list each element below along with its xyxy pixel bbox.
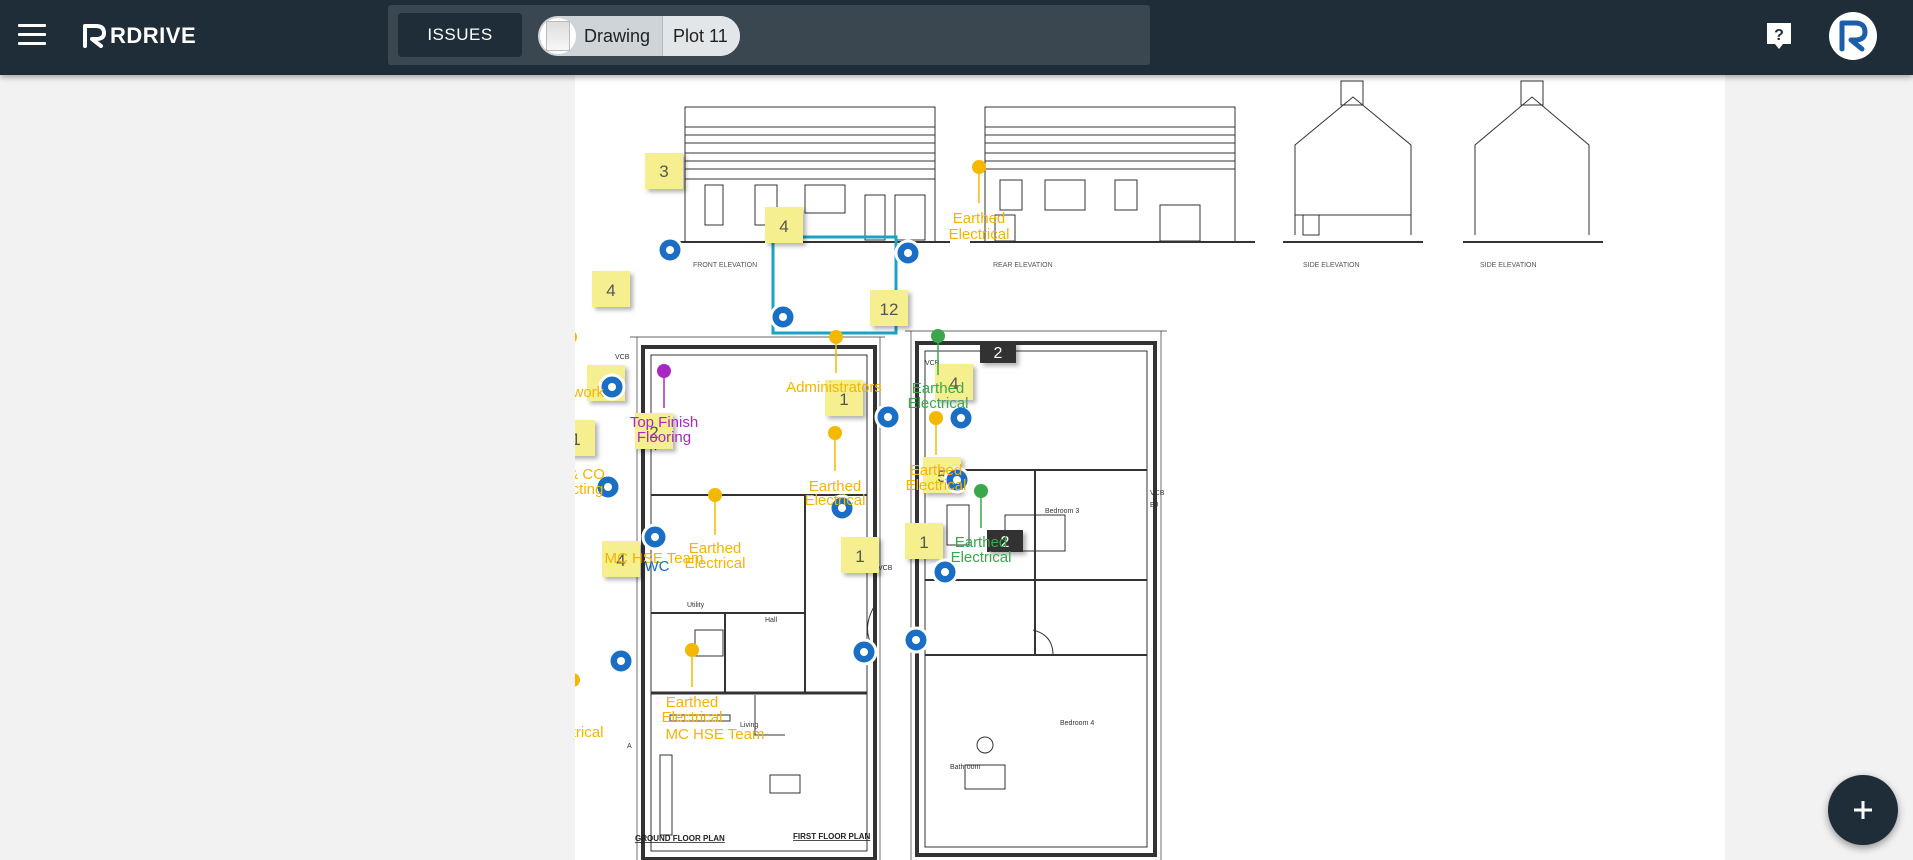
elevation-title: FRONT ELEVATION xyxy=(693,262,757,269)
svg-text:12: 12 xyxy=(880,300,899,319)
pin-label: Contracting xyxy=(575,481,603,498)
sticky-note: 1 xyxy=(841,537,879,573)
drawing-canvas[interactable]: FRONT ELEVATION REAR ELEVATION SIDE ELEV… xyxy=(575,75,1725,860)
ground-floor-title: GROUND FLOOR PLAN xyxy=(635,834,725,843)
svg-text:?: ? xyxy=(1774,27,1784,44)
pin-label: Electrical xyxy=(951,549,1012,566)
svg-text:1: 1 xyxy=(919,533,928,552)
pin-label: Electrical xyxy=(949,226,1010,243)
user-avatar-icon[interactable] xyxy=(1829,12,1877,60)
plot-chip[interactable]: Plot 11 xyxy=(662,16,740,56)
pin-labels: Earthed Electrical Blockwork Top Finish … xyxy=(575,210,1011,743)
pin-label: Electrical xyxy=(908,395,969,412)
sticky-note: 4 xyxy=(765,207,803,243)
hamburger-menu-icon[interactable] xyxy=(18,24,46,46)
drawing-chip[interactable]: Drawing xyxy=(578,16,663,56)
pin-label: Blockwork xyxy=(575,384,605,401)
first-floor-title: FIRST FLOOR PLAN xyxy=(793,832,871,841)
issue-marker-icon xyxy=(894,239,922,267)
elevation-rear xyxy=(970,106,1255,243)
svg-text:A: A xyxy=(627,743,632,750)
svg-text:Bedroom 4: Bedroom 4 xyxy=(1060,720,1094,727)
svg-text:VCB: VCB xyxy=(1150,490,1165,497)
brand-r-icon xyxy=(83,24,106,48)
first-floor-labels: Bedroom 3 Bedroom 4 Bathroom VCB VCB VCB… xyxy=(925,360,1165,771)
issue-marker-icon xyxy=(607,647,635,675)
issue-marker-icon xyxy=(769,303,797,331)
svg-text:Bathroom: Bathroom xyxy=(950,764,981,771)
svg-text:VCB: VCB xyxy=(878,565,893,572)
svg-text:Utility: Utility xyxy=(687,602,705,609)
pin-label: Electrical xyxy=(906,477,967,494)
elevation-title: SIDE ELEVATION xyxy=(1303,262,1360,269)
sticky-note: 4 xyxy=(592,271,630,307)
dark-count-badges: 2 2 xyxy=(980,341,1023,552)
brand-name: RDRIVE xyxy=(110,23,197,48)
context-panel: ISSUES Drawing Plot 11 xyxy=(388,5,1150,65)
svg-text:EJ: EJ xyxy=(1150,502,1158,509)
svg-text:4: 4 xyxy=(606,281,615,300)
help-icon[interactable]: ? xyxy=(1763,20,1795,52)
pin-label: WC xyxy=(645,558,670,575)
pin-label: Administrators xyxy=(786,379,882,396)
breadcrumb-chips: Drawing Plot 11 xyxy=(538,16,740,56)
svg-text:1: 1 xyxy=(575,430,581,449)
elevation-side-1 xyxy=(1283,80,1423,243)
pin-label: Electrical xyxy=(805,492,866,509)
elevation-title: SIDE ELEVATION xyxy=(1480,262,1537,269)
dark-badge: 2 xyxy=(980,341,1016,363)
svg-text:2: 2 xyxy=(994,345,1003,362)
elevation-title: REAR ELEVATION xyxy=(993,262,1053,269)
svg-text:Hall: Hall xyxy=(765,617,778,624)
pin-label: MC HSE Team xyxy=(666,726,765,743)
add-issue-button[interactable] xyxy=(1828,775,1898,845)
svg-text:3: 3 xyxy=(659,162,668,181)
pin-label: Electrical xyxy=(662,709,723,726)
drawing-thumbnail-icon[interactable] xyxy=(538,16,578,56)
elevation-front xyxy=(670,106,950,243)
svg-text:Bedroom 3: Bedroom 3 xyxy=(1045,508,1079,515)
elevation-side-2 xyxy=(1463,80,1603,243)
sticky-note: 1 xyxy=(575,420,595,456)
svg-text:4: 4 xyxy=(779,217,788,236)
plus-icon xyxy=(1854,801,1872,819)
sticky-note: 12 xyxy=(870,290,908,326)
app-header: RDRIVE ISSUES Drawing Plot 11 ? xyxy=(0,0,1913,75)
drawing-plan-svg: FRONT ELEVATION REAR ELEVATION SIDE ELEV… xyxy=(575,80,1603,860)
issue-marker-icon xyxy=(641,523,669,551)
issue-marker-icon xyxy=(656,236,684,264)
issue-sticky-notes: 3 4 4 2 1 2 4 12 1 4 5 1 1 xyxy=(575,153,973,577)
svg-text:1: 1 xyxy=(855,547,864,566)
brand-logo[interactable]: RDRIVE xyxy=(82,22,196,50)
issue-marker-icon xyxy=(850,638,878,666)
issue-marker-icon xyxy=(902,626,930,654)
pin-label: Flooring xyxy=(637,429,691,446)
pin-label: Electrical xyxy=(575,724,603,741)
svg-text:VCB: VCB xyxy=(615,354,630,361)
pin-label: Earthed xyxy=(953,210,1006,227)
issues-button[interactable]: ISSUES xyxy=(398,13,522,57)
sticky-note: 3 xyxy=(645,153,683,189)
sticky-note: 1 xyxy=(905,523,943,559)
issue-marker-icon xyxy=(874,403,902,431)
